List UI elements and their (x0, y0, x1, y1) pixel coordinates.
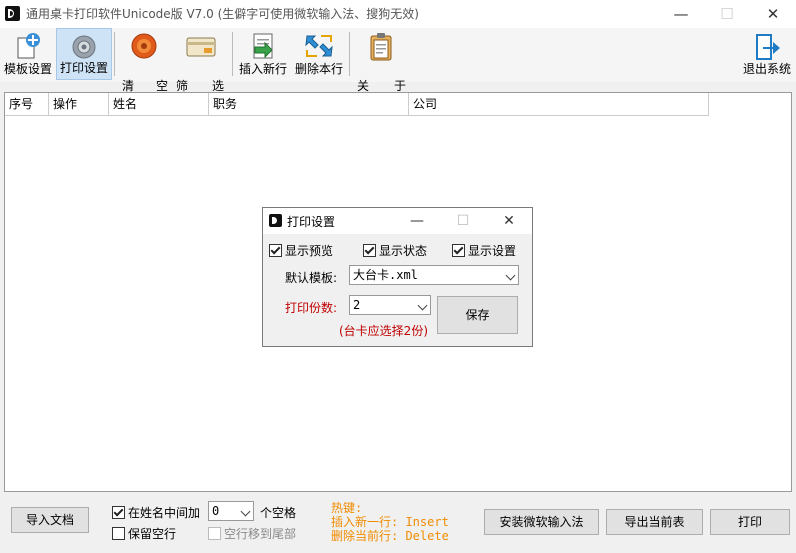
checkbox-checked-icon (269, 244, 282, 257)
checkbox-checked-icon (363, 244, 376, 257)
space-in-name-label: 在姓名中间加 (128, 506, 201, 520)
gear-icon (72, 35, 96, 59)
about-button[interactable]: 关于 (352, 28, 410, 93)
move-blank-to-end-checkbox[interactable]: 空行移到尾部 (208, 525, 296, 542)
filter-button[interactable]: 筛选 (172, 28, 230, 93)
show-status-checkbox[interactable]: 显示状态 (363, 242, 427, 259)
print-settings-label: 打印设置 (59, 61, 108, 75)
table-header: 序号 操作 姓名 职务 公司 (5, 93, 709, 116)
dialog-title-bar: 打印设置 — ☐ ✕ (263, 208, 532, 234)
export-table-button[interactable]: 导出当前表 (606, 509, 703, 535)
copies-value: 2 (353, 298, 361, 312)
dialog-title: 打印设置 (287, 215, 336, 229)
delete-row-button[interactable]: 删除本行 (292, 28, 346, 80)
close-button[interactable]: ✕ (750, 0, 796, 28)
space-count-value: 0 (212, 504, 220, 518)
install-ime-button[interactable]: 安装微软输入法 (484, 509, 599, 535)
card-filter-icon (186, 37, 216, 57)
dialog-maximize-button[interactable]: ☐ (449, 209, 477, 233)
print-settings-button[interactable]: 打印设置 (56, 28, 112, 80)
insert-row-icon (253, 33, 273, 59)
clear-button[interactable]: 清空 (116, 28, 172, 93)
clear-disc-icon (131, 33, 157, 59)
title-bar: 通用桌卡打印软件Unicode版 V7.0 (生僻字可使用微软输入法、搜狗无效)… (0, 0, 796, 28)
app-logo-icon (5, 6, 20, 21)
template-page-icon (17, 33, 40, 59)
exit-label: 退出系统 (742, 62, 791, 76)
show-settings-checkbox[interactable]: 显示设置 (452, 242, 516, 259)
keep-blank-rows-label: 保留空行 (128, 527, 177, 541)
exit-door-icon (756, 34, 780, 60)
copies-hint: (台卡应选择2份) (339, 324, 428, 338)
show-settings-label: 显示设置 (468, 244, 517, 258)
checkbox-checked-icon (112, 506, 125, 519)
hotkey-delete: 删除当前行: Delete (331, 529, 449, 543)
space-in-name-checkbox[interactable]: 在姓名中间加 (112, 504, 200, 521)
toolbar-separator (114, 32, 115, 76)
move-blank-to-end-label: 空行移到尾部 (224, 527, 297, 541)
default-template-value: 大台卡.xml (353, 268, 418, 282)
keep-blank-rows-checkbox[interactable]: 保留空行 (112, 525, 176, 542)
checkbox-checked-icon (452, 244, 465, 257)
space-count-select[interactable]: 0 (208, 501, 254, 521)
checkbox-disabled-icon (208, 527, 221, 540)
insert-row-label: 插入新行 (238, 62, 287, 76)
column-header-action[interactable]: 操作 (49, 93, 109, 115)
clipboard-icon (370, 33, 392, 61)
print-settings-dialog: 打印设置 — ☐ ✕ 显示预览 显示状态 显示设置 默认模板: 大台卡.xml … (262, 207, 533, 347)
column-header-name[interactable]: 姓名 (109, 93, 209, 115)
delete-row-icon (305, 35, 333, 57)
space-unit-label: 个空格 (260, 506, 297, 520)
maximize-button[interactable]: ☐ (704, 0, 750, 28)
show-status-label: 显示状态 (379, 244, 428, 258)
chevron-down-icon (505, 270, 516, 281)
import-document-button[interactable]: 导入文档 (11, 507, 89, 533)
show-preview-checkbox[interactable]: 显示预览 (269, 242, 333, 259)
exit-button[interactable]: 退出系统 (740, 28, 794, 80)
toolbar-separator (232, 32, 233, 76)
minimize-button[interactable]: — (658, 0, 704, 28)
show-preview-label: 显示预览 (285, 244, 334, 258)
insert-row-button[interactable]: 插入新行 (236, 28, 290, 80)
dialog-logo-icon (269, 214, 282, 227)
dialog-close-button[interactable]: ✕ (495, 209, 523, 233)
column-header-company[interactable]: 公司 (409, 93, 709, 115)
chevron-down-icon (240, 506, 251, 517)
window-title: 通用桌卡打印软件Unicode版 V7.0 (生僻字可使用微软输入法、搜狗无效) (26, 7, 419, 21)
default-template-select[interactable]: 大台卡.xml (349, 265, 519, 285)
dialog-minimize-button[interactable]: — (403, 209, 431, 233)
copies-label: 打印份数: (285, 301, 338, 315)
save-button[interactable]: 保存 (437, 296, 518, 334)
delete-row-label: 删除本行 (294, 62, 343, 76)
default-template-label: 默认模板: (285, 271, 338, 285)
bottom-panel: 导入文档 在姓名中间加 0 个空格 保留空行 空行移到尾部 热键: 插入新一行:… (0, 496, 796, 553)
template-settings-button[interactable]: 模板设置 (2, 28, 54, 80)
print-button[interactable]: 打印 (710, 509, 790, 535)
toolbar: 模板设置 打印设置 清空 筛选 插入新行 删除本行 关 于 退出系统 (0, 28, 796, 93)
column-header-index[interactable]: 序号 (5, 93, 49, 115)
checkbox-unchecked-icon (112, 527, 125, 540)
column-header-position[interactable]: 职务 (209, 93, 409, 115)
chevron-down-icon (417, 300, 428, 311)
template-settings-label: 模板设置 (3, 62, 52, 76)
copies-select[interactable]: 2 (349, 295, 431, 315)
toolbar-separator (349, 32, 350, 76)
